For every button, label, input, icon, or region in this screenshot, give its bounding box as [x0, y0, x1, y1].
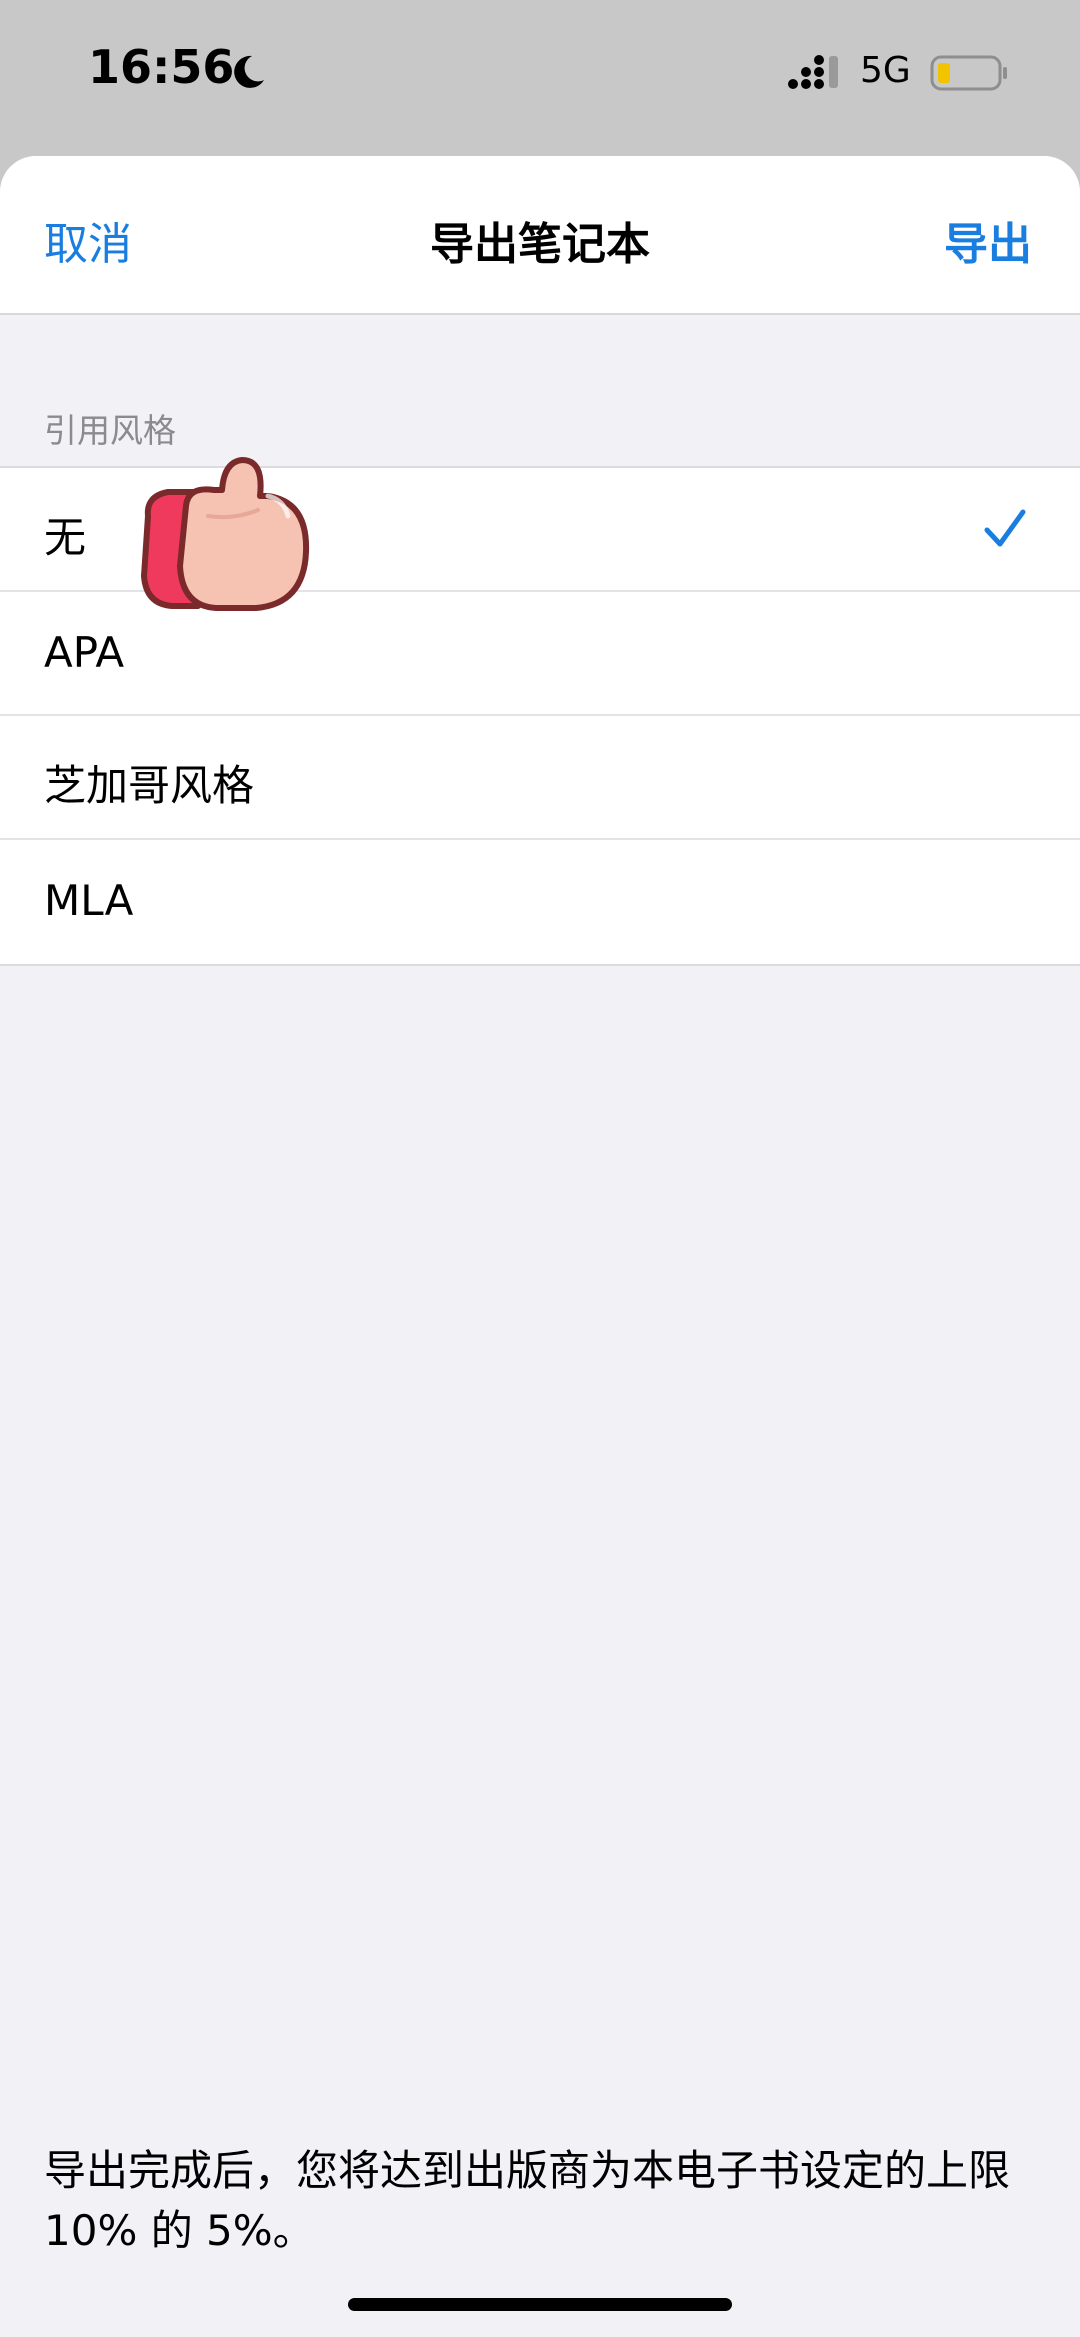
moon-icon — [234, 55, 264, 88]
screen: 16:56 5G 取消 导出笔记本 导出 引用风格 无 APA 芝加哥风格 ML… — [0, 0, 1080, 2337]
network-label: 5G — [860, 50, 911, 91]
nav-bar: 取消 导出笔记本 导出 — [0, 156, 1080, 315]
export-limit-note: 导出完成后，您将达到出版商为本电子书设定的上限 10% 的 5%。 — [44, 2146, 1011, 2255]
list-item-label: APA — [44, 628, 125, 677]
list-item-label: MLA — [44, 876, 134, 925]
page-title: 导出笔记本 — [430, 219, 650, 270]
export-button[interactable]: 导出 — [944, 208, 1032, 272]
citation-style-header: 引用风格 — [44, 411, 176, 450]
home-indicator[interactable] — [348, 2298, 732, 2311]
list-item-chicago[interactable]: 芝加哥风格 — [0, 716, 1080, 840]
status-time: 16:56 — [88, 40, 235, 94]
battery-icon — [930, 55, 1007, 91]
checkmark-icon — [984, 509, 1026, 547]
status-bar: 16:56 5G — [0, 0, 1080, 150]
signal-icon — [788, 55, 838, 89]
list-item-label: 芝加哥风格 — [44, 761, 255, 810]
list-item-label: 无 — [44, 513, 87, 562]
list-item-mla[interactable]: MLA — [0, 840, 1080, 964]
thumbs-up-sticker-icon — [141, 457, 310, 611]
